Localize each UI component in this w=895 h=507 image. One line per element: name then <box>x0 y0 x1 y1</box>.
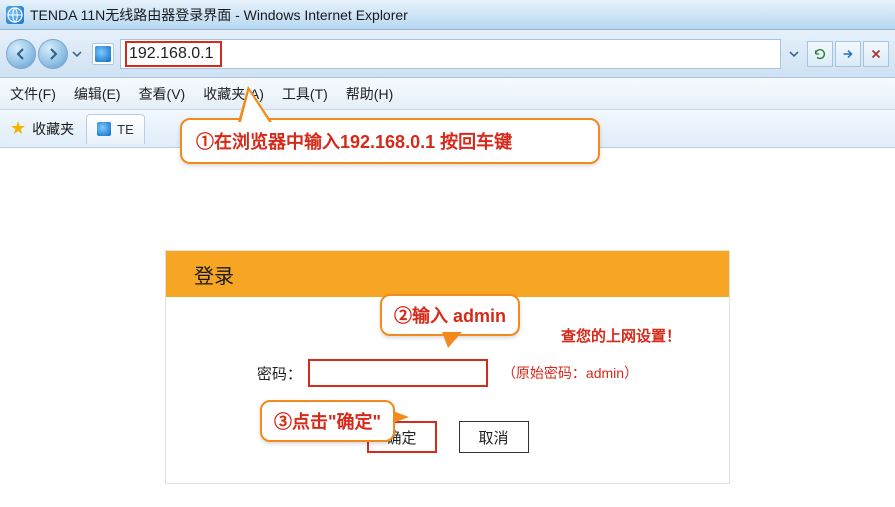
toolbar-right <box>781 39 889 69</box>
callout-2-text: ②输入 admin <box>394 306 506 326</box>
browser-tab[interactable]: TE <box>86 114 145 144</box>
address-dropdown-icon[interactable] <box>787 39 801 69</box>
stop-button[interactable] <box>863 41 889 67</box>
forward-button[interactable] <box>38 39 68 69</box>
check-settings-text: 查您的上网设置！ <box>561 325 681 346</box>
back-button[interactable] <box>6 39 36 69</box>
callout-2: ②输入 admin <box>380 294 520 336</box>
login-panel: 登录 查您的上网设置！ 密码： （原始密码：admin） 确定 取消 <box>165 250 730 484</box>
favorites-label: 收藏夹 <box>32 119 74 139</box>
refresh-button[interactable] <box>807 41 833 67</box>
password-note: （原始密码：admin） <box>502 363 638 383</box>
callout-3-text: ③点击"确定" <box>274 412 381 432</box>
menu-help[interactable]: 帮助(H) <box>346 84 393 104</box>
tab-icon <box>97 122 111 136</box>
password-row: 密码： （原始密码：admin） <box>186 359 709 387</box>
star-icon: ★ <box>10 118 26 139</box>
nav-row: 192.168.0.1 <box>0 30 895 78</box>
menubar: 文件(F) 编辑(E) 查看(V) 收藏夹(A) 工具(T) 帮助(H) <box>0 78 895 110</box>
password-input[interactable] <box>308 359 488 387</box>
ie-icon <box>6 6 24 24</box>
page-icon <box>92 43 114 65</box>
callout-1: ①在浏览器中输入192.168.0.1 按回车键 <box>180 118 600 164</box>
menu-file[interactable]: 文件(F) <box>10 84 56 104</box>
address-bar[interactable]: 192.168.0.1 <box>120 39 781 69</box>
callout-3: ③点击"确定" <box>260 400 395 442</box>
nav-dropdown-icon[interactable] <box>70 39 84 69</box>
callout-1-text: ①在浏览器中输入192.168.0.1 按回车键 <box>196 132 512 152</box>
tab-label: TE <box>117 122 134 137</box>
address-value: 192.168.0.1 <box>125 41 222 67</box>
cancel-button[interactable]: 取消 <box>459 421 529 453</box>
favorites-button[interactable]: ★ 收藏夹 <box>10 118 74 139</box>
login-header: 登录 <box>166 251 729 297</box>
password-label: 密码： <box>257 363 302 384</box>
window-title: TENDA 11N无线路由器登录界面 - Windows Internet Ex… <box>30 5 408 25</box>
go-button[interactable] <box>835 41 861 67</box>
menu-edit[interactable]: 编辑(E) <box>74 84 121 104</box>
titlebar: TENDA 11N无线路由器登录界面 - Windows Internet Ex… <box>0 0 895 30</box>
menu-view[interactable]: 查看(V) <box>139 84 186 104</box>
menu-tools[interactable]: 工具(T) <box>282 84 328 104</box>
cancel-button-label: 取消 <box>478 427 508 448</box>
